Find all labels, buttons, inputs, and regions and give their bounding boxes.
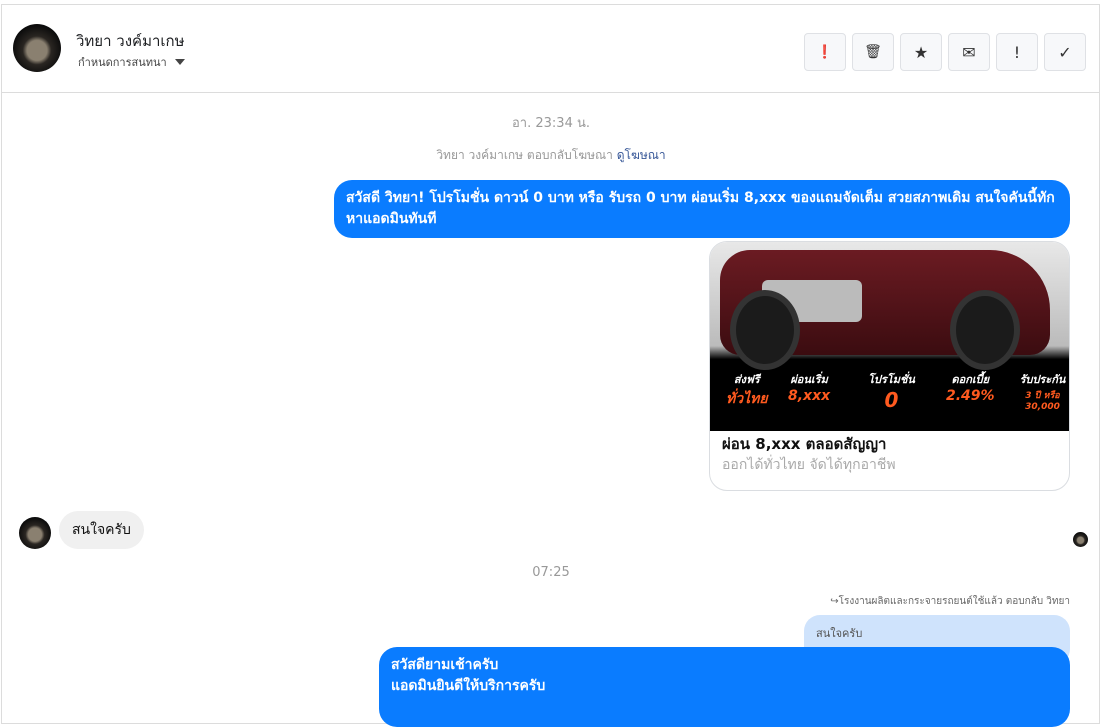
conversation-header: วิทยา วงค์มาเกษ กำหนดการสนทนา ❗ 🗑 ★ ✉ ! …	[1, 4, 1100, 93]
dropdown-label: กำหนดการสนทนา	[78, 56, 167, 69]
ad-reply-notice: วิทยา วงค์มาเกษ ตอบกลับโฆษณา ดูโฆษณา	[0, 146, 1102, 165]
banner-label: โปรโมชั่น	[868, 373, 915, 386]
exclamation-icon: !	[1013, 42, 1021, 62]
outgoing-message: สวัสดี วิทยา! โปรโมชั่น ดาวน์ 0 บาท หรือ…	[334, 180, 1070, 238]
ad-card-subtitle: ออกได้ทั่วไทย จัดได้ทุกอาชีพ	[722, 457, 896, 473]
ad-card[interactable]: ส่งฟรี ทั่วไทย ผ่อนเริ่ม 8,xxx โปรโมชั่น 0 …	[709, 241, 1070, 491]
ad-card-title: ผ่อน 8,xxx ตลอดสัญญา	[722, 435, 887, 453]
car-image	[720, 250, 1050, 370]
check-icon: ✓	[1058, 42, 1072, 62]
alert-circle-icon: ❗	[816, 44, 834, 60]
view-ad-link[interactable]: ดูโฆษณา	[617, 148, 666, 162]
ad-image: ส่งฟรี ทั่วไทย ผ่อนเริ่ม 8,xxx โปรโมชั่น 0 …	[710, 242, 1069, 431]
mark-important-button[interactable]: !	[996, 33, 1038, 71]
message-line: สวัสดียามเช้าครับ	[391, 657, 499, 673]
trash-icon: 🗑	[864, 44, 882, 60]
outgoing-message: สวัสดียามเช้าครับ แอดมินยินดีให้บริการคร…	[379, 647, 1070, 727]
read-receipt-avatar	[1073, 532, 1088, 547]
ad-reply-text: วิทยา วงค์มาเกษ ตอบกลับโฆษณา	[436, 148, 613, 162]
banner-value: 8,xxx	[788, 388, 831, 404]
banner-label: รับประกัน	[1019, 373, 1066, 386]
report-button[interactable]: ❗	[804, 33, 846, 71]
timestamp: อา. 23:34 น.	[512, 116, 590, 131]
banner-value: 3 ปี หรือ 30,000	[1025, 391, 1060, 412]
banner-label: ส่งฟรี	[733, 373, 760, 386]
banner-label: ผ่อนเริ่ม	[790, 373, 828, 386]
delete-button[interactable]: 🗑	[852, 33, 894, 71]
banner-value: 2.49%	[946, 388, 995, 404]
incoming-message: สนใจครับ	[59, 511, 144, 549]
avatar[interactable]	[13, 24, 61, 72]
contact-name[interactable]: วิทยา วงค์มาเกษ	[76, 29, 184, 53]
message-line: แอดมินยินดีให้บริการครับ	[391, 678, 546, 694]
envelope-icon: ✉	[962, 42, 976, 62]
star-button[interactable]: ★	[900, 33, 942, 71]
mark-done-button[interactable]: ✓	[1044, 33, 1086, 71]
banner-label: ดอกเบี้ย	[951, 373, 990, 386]
banner-value: ทั่วไทย	[726, 391, 768, 407]
banner-value: 0	[884, 388, 899, 412]
sender-avatar	[19, 517, 51, 549]
reply-note: ↪โรงงานผลิตและกระจายรถยนต์ใช้แล้ว ตอบกลั…	[830, 596, 1070, 607]
caret-down-icon	[174, 59, 185, 65]
timestamp: 07:25	[532, 565, 570, 580]
mark-unread-button[interactable]: ✉	[948, 33, 990, 71]
conversation-settings-dropdown[interactable]: กำหนดการสนทนา	[78, 53, 185, 71]
star-icon: ★	[913, 42, 929, 62]
